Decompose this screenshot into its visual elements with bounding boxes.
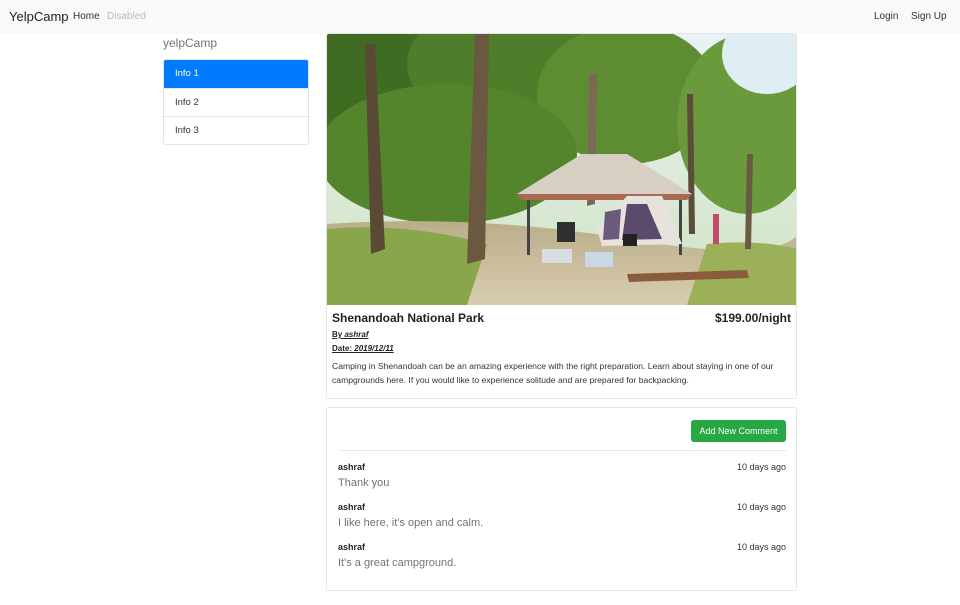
comments-divider [338, 450, 786, 451]
campground-price: $199.00/night [714, 311, 791, 325]
campground-name: Shenandoah National Park [332, 311, 485, 325]
comment-item: ashraf 10 days ago It's a great campgrou… [338, 542, 786, 578]
comment-item: ashraf 10 days ago Thank you [338, 462, 786, 498]
comment-author: ashraf [338, 502, 366, 512]
comment-time: 10 days ago [736, 502, 786, 512]
campground-card: Shenandoah National Park $199.00/night B… [326, 33, 797, 399]
comment-author: ashraf [338, 542, 366, 552]
campground-date: Date: 2019/12/11 [332, 344, 394, 353]
nav-disabled-link: Disabled [107, 11, 146, 22]
date-label: Date: [332, 344, 353, 353]
brand-link[interactable]: YelpCamp [9, 9, 69, 24]
author-name: ashraf [344, 330, 369, 339]
nav-login-link[interactable]: Login [874, 11, 898, 22]
campground-description: Camping in Shenandoah can be an amazing … [332, 361, 774, 385]
sidebar-list: Info 1 Info 2 Info 3 [163, 59, 309, 145]
comment-time: 10 days ago [736, 542, 786, 552]
sidebar-title: yelpCamp [163, 36, 218, 50]
comment-author: ashraf [338, 462, 366, 472]
comment-text: It's a great campground. [338, 557, 457, 569]
comment-item: ashraf 10 days ago I like here, it's ope… [338, 502, 786, 538]
comments-card: Add New Comment ashraf 10 days ago Thank… [326, 407, 797, 591]
sidebar-item-info-1[interactable]: Info 1 [164, 60, 308, 88]
campground-author: By ashraf [332, 330, 368, 339]
sidebar-item-info-2[interactable]: Info 2 [164, 88, 308, 116]
campground-image [327, 34, 796, 305]
navbar: YelpCamp Home Disabled Login Sign Up [0, 0, 960, 34]
sidebar-item-info-3[interactable]: Info 3 [164, 116, 308, 144]
nav-signup-link[interactable]: Sign Up [911, 11, 947, 22]
comment-text: I like here, it's open and calm. [338, 517, 484, 529]
add-comment-button[interactable]: Add New Comment [691, 420, 786, 442]
comment-text: Thank you [338, 477, 390, 489]
date-value: 2019/12/11 [354, 344, 394, 353]
author-label: By [332, 330, 343, 339]
nav-home-link[interactable]: Home [73, 11, 100, 22]
comment-time: 10 days ago [736, 462, 786, 472]
